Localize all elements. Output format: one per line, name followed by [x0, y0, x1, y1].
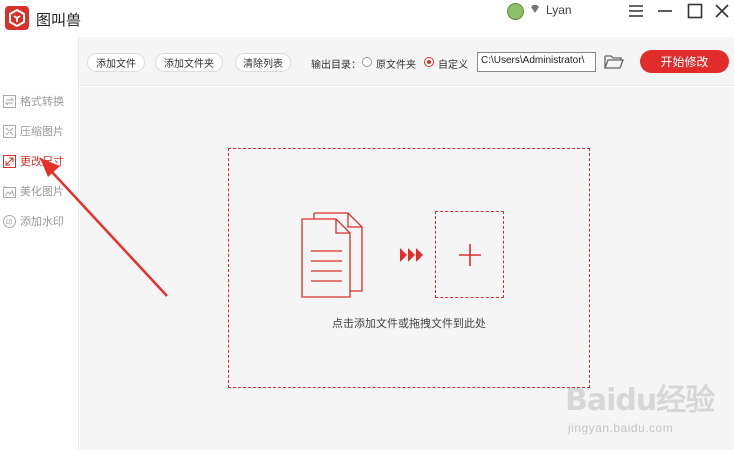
radio-custom-label[interactable]: 自定义: [438, 56, 468, 71]
sidebar-item-watermark[interactable]: 印 添加水印: [0, 210, 79, 232]
sidebar-item-label: 压缩图片: [20, 125, 64, 138]
main-area: 点击添加文件或拖拽文件到此处: [80, 87, 734, 450]
sidebar-item-label: 添加水印: [20, 215, 64, 228]
watermark-icon: 印: [3, 214, 16, 228]
plus-icon: [459, 244, 481, 266]
radio-custom[interactable]: [424, 57, 434, 67]
user-avatar[interactable]: [507, 3, 524, 20]
add-folder-button[interactable]: 添加文件夹: [155, 53, 223, 72]
add-file-button[interactable]: 添加文件: [87, 53, 145, 72]
app-logo: [5, 6, 29, 30]
convert-icon: [3, 94, 16, 108]
sidebar-item-label: 格式转换: [20, 95, 64, 108]
app-title: 图叫兽: [36, 11, 82, 29]
beautify-icon: [3, 185, 16, 198]
compress-icon: [3, 124, 16, 138]
sidebar-item-compress[interactable]: 压缩图片: [0, 120, 79, 142]
minimize-icon[interactable]: [653, 0, 677, 22]
sidebar-item-label: 更改尺寸: [20, 155, 64, 168]
maximize-icon[interactable]: [683, 0, 707, 22]
sidebar-item-beautify[interactable]: 美化图片: [0, 180, 79, 202]
radio-original-folder[interactable]: [362, 57, 372, 67]
add-file-box[interactable]: [435, 211, 504, 298]
svg-text:印: 印: [6, 218, 13, 226]
output-path-field[interactable]: C:\Users\Administrator\: [477, 52, 596, 72]
sidebar-item-format-convert[interactable]: 格式转换: [0, 90, 79, 112]
sidebar-item-resize[interactable]: 更改尺寸: [0, 150, 79, 172]
output-dir-label: 输出目录：: [311, 60, 361, 71]
resize-icon: [3, 154, 16, 168]
diamond-icon: [531, 5, 539, 13]
documents-icon: [301, 212, 363, 298]
toolbar: 添加文件 添加文件夹 清除列表 输出目录： 原文件夹 自定义 C:\Users\…: [79, 37, 734, 86]
radio-original-folder-label[interactable]: 原文件夹: [376, 56, 416, 71]
forward-arrows-icon: [400, 248, 423, 262]
username[interactable]: Lyan: [546, 3, 572, 17]
drop-hint-text: 点击添加文件或拖拽文件到此处: [332, 317, 486, 330]
menu-icon[interactable]: [624, 0, 648, 22]
folder-open-icon[interactable]: [604, 53, 624, 70]
sidebar: 格式转换 压缩图片 更改尺寸 美化图片 印 添加水印: [0, 37, 79, 450]
clear-list-button[interactable]: 清除列表: [235, 53, 291, 72]
sidebar-item-label: 美化图片: [20, 185, 64, 198]
close-icon[interactable]: [710, 0, 734, 22]
file-drop-zone[interactable]: 点击添加文件或拖拽文件到此处: [228, 148, 590, 388]
title-bar: 图叫兽 Lyan: [0, 0, 734, 37]
start-modify-button[interactable]: 开始修改: [640, 50, 729, 73]
